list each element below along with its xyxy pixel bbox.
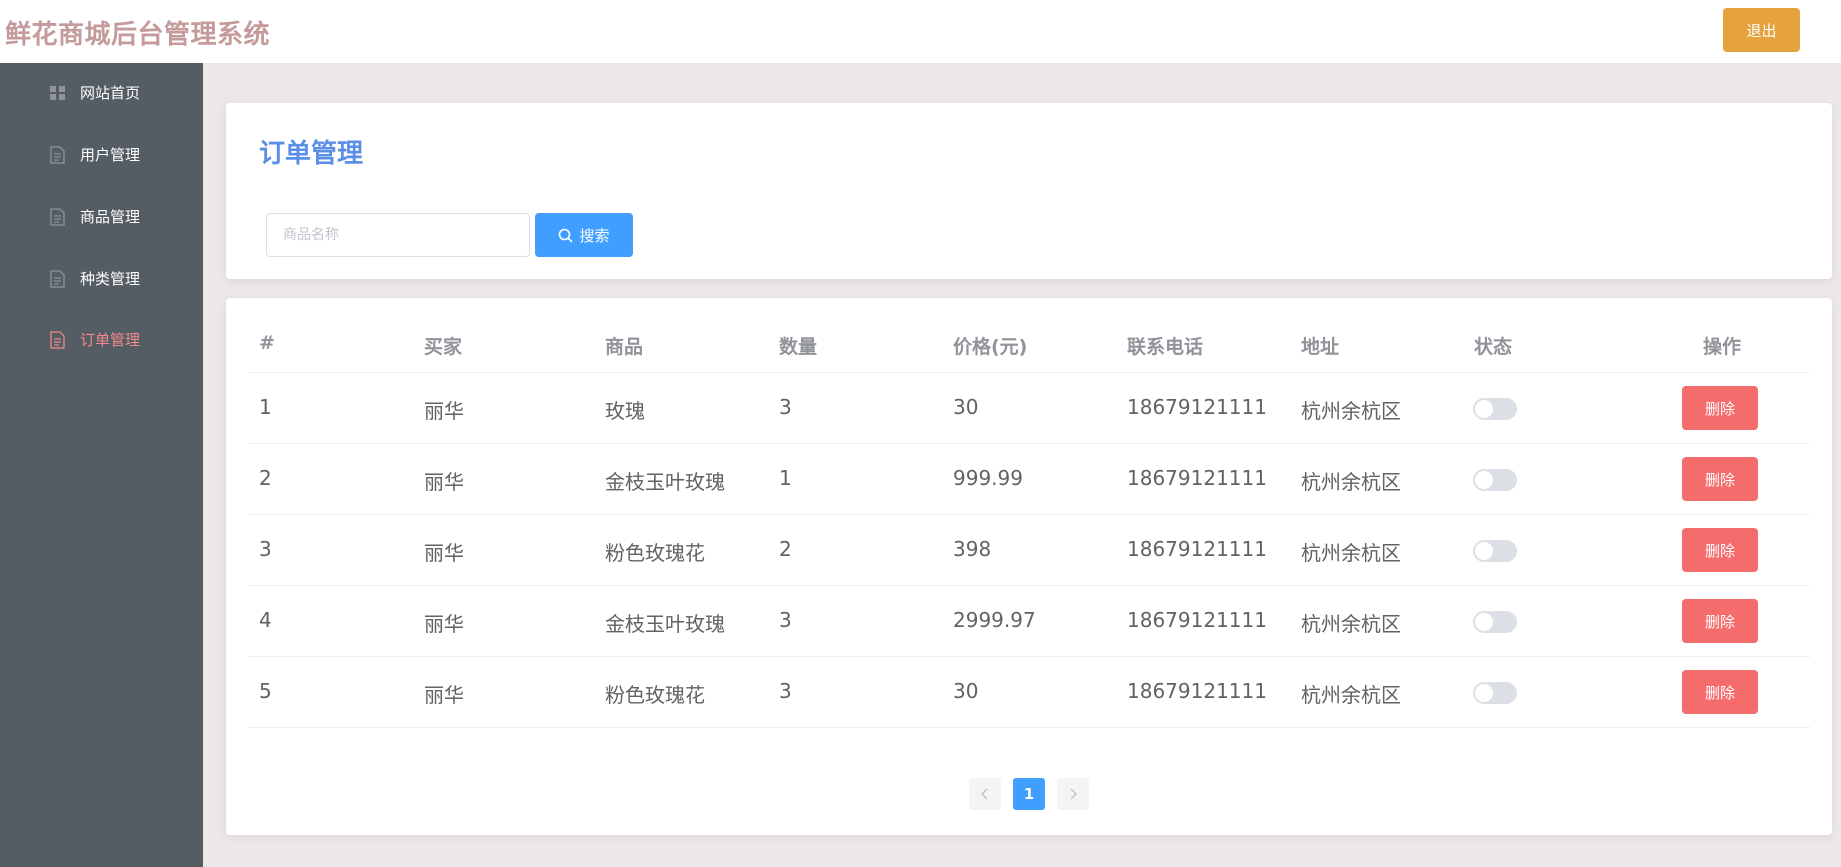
column-header-status: 状态 <box>1474 336 1513 358</box>
cell-price: 30 <box>953 679 979 703</box>
search-button-label: 搜索 <box>579 226 610 245</box>
document-icon <box>50 270 65 288</box>
chevron-left-icon <box>980 788 988 800</box>
cell-phone: 18679121111 <box>1127 395 1267 419</box>
table-header: # 买家 商品 数量 价格(元) 联系电话 地址 状态 操作 <box>248 298 1810 373</box>
cell-buyer: 丽华 <box>424 399 464 423</box>
cell-product: 金枝玉叶玫瑰 <box>605 612 725 636</box>
delete-button[interactable]: 删除 <box>1682 599 1758 643</box>
column-header-buyer: 买家 <box>424 336 463 358</box>
document-icon <box>50 331 65 349</box>
cell-id: 1 <box>259 395 272 419</box>
cell-id: 2 <box>259 466 272 490</box>
sidebar-item-categories[interactable]: 种类管理 <box>0 249 203 309</box>
column-header-actions: 操作 <box>1703 336 1742 358</box>
cell-buyer: 丽华 <box>424 541 464 565</box>
cell-product: 粉色玫瑰花 <box>605 541 705 565</box>
chevron-right-icon <box>1070 788 1078 800</box>
cell-phone: 18679121111 <box>1127 608 1267 632</box>
cell-address: 杭州余杭区 <box>1301 683 1401 707</box>
sidebar-item-label: 用户管理 <box>80 146 141 164</box>
cell-id: 4 <box>259 608 272 632</box>
status-toggle[interactable] <box>1473 469 1517 491</box>
cell-phone: 18679121111 <box>1127 537 1267 561</box>
cell-product: 玫瑰 <box>605 399 645 423</box>
page-title: 订单管理 <box>259 139 364 169</box>
cell-buyer: 丽华 <box>424 612 464 636</box>
status-toggle[interactable] <box>1473 398 1517 420</box>
cell-price: 999.99 <box>953 466 1023 490</box>
cell-phone: 18679121111 <box>1127 466 1267 490</box>
brand-title: 鲜花商城后台管理系统 <box>5 20 271 50</box>
delete-button[interactable]: 删除 <box>1682 528 1758 572</box>
cell-price: 398 <box>953 537 992 561</box>
search-panel: 订单管理 搜索 <box>226 103 1832 279</box>
table-row: 3 丽华 粉色玫瑰花 2 398 18679121111 杭州余杭区 删除 <box>248 515 1810 586</box>
cell-qty: 1 <box>779 466 792 490</box>
delete-button[interactable]: 删除 <box>1682 670 1758 714</box>
prev-page-button[interactable] <box>969 778 1001 810</box>
sidebar-item-users[interactable]: 用户管理 <box>0 125 203 185</box>
cell-product: 金枝玉叶玫瑰 <box>605 470 725 494</box>
column-header-product: 商品 <box>605 336 644 358</box>
cell-buyer: 丽华 <box>424 470 464 494</box>
delete-button[interactable]: 删除 <box>1682 457 1758 501</box>
page-number-button[interactable]: 1 <box>1013 778 1045 810</box>
grid-icon <box>50 86 65 100</box>
cell-address: 杭州余杭区 <box>1301 541 1401 565</box>
cell-phone: 18679121111 <box>1127 679 1267 703</box>
sidebar-item-home[interactable]: 网站首页 <box>0 63 203 123</box>
table-row: 4 丽华 金枝玉叶玫瑰 3 2999.97 18679121111 杭州余杭区 … <box>248 586 1810 657</box>
logout-button[interactable]: 退出 <box>1723 8 1800 52</box>
cell-product: 粉色玫瑰花 <box>605 683 705 707</box>
status-toggle[interactable] <box>1473 611 1517 633</box>
cell-qty: 3 <box>779 679 792 703</box>
cell-id: 3 <box>259 537 272 561</box>
orders-table-panel: # 买家 商品 数量 价格(元) 联系电话 地址 状态 操作 1 丽华 玫瑰 3… <box>226 298 1832 835</box>
top-bar: 鲜花商城后台管理系统 退出 <box>0 0 1841 63</box>
cell-address: 杭州余杭区 <box>1301 399 1401 423</box>
sidebar-item-orders[interactable]: 订单管理 <box>0 310 203 370</box>
table-row: 5 丽华 粉色玫瑰花 3 30 18679121111 杭州余杭区 删除 <box>248 657 1810 728</box>
search-input[interactable] <box>266 213 530 257</box>
document-icon <box>50 146 65 164</box>
status-toggle[interactable] <box>1473 682 1517 704</box>
sidebar-item-products[interactable]: 商品管理 <box>0 187 203 247</box>
cell-qty: 2 <box>779 537 792 561</box>
cell-address: 杭州余杭区 <box>1301 612 1401 636</box>
sidebar-item-label: 商品管理 <box>80 208 141 226</box>
document-icon <box>50 208 65 226</box>
cell-qty: 3 <box>779 395 792 419</box>
column-header-address: 地址 <box>1301 336 1340 358</box>
cell-price: 30 <box>953 395 979 419</box>
column-header-price: 价格(元) <box>953 336 1028 358</box>
cell-buyer: 丽华 <box>424 683 464 707</box>
table-row: 1 丽华 玫瑰 3 30 18679121111 杭州余杭区 删除 <box>248 373 1810 444</box>
column-header-phone: 联系电话 <box>1127 336 1204 358</box>
cell-id: 5 <box>259 679 272 703</box>
sidebar-item-label: 网站首页 <box>80 84 141 102</box>
search-button[interactable]: 搜索 <box>535 213 633 257</box>
search-icon <box>559 228 573 242</box>
column-header-id: # <box>259 332 275 354</box>
status-toggle[interactable] <box>1473 540 1517 562</box>
sidebar: 网站首页 用户管理 商品管理 种类管理 订单管理 <box>0 63 203 867</box>
cell-price: 2999.97 <box>953 608 1036 632</box>
delete-button[interactable]: 删除 <box>1682 386 1758 430</box>
sidebar-item-label: 订单管理 <box>80 331 141 349</box>
column-header-qty: 数量 <box>779 336 818 358</box>
sidebar-item-label: 种类管理 <box>80 270 141 288</box>
table-row: 2 丽华 金枝玉叶玫瑰 1 999.99 18679121111 杭州余杭区 删… <box>248 444 1810 515</box>
next-page-button[interactable] <box>1057 778 1089 810</box>
cell-address: 杭州余杭区 <box>1301 470 1401 494</box>
cell-qty: 3 <box>779 608 792 632</box>
